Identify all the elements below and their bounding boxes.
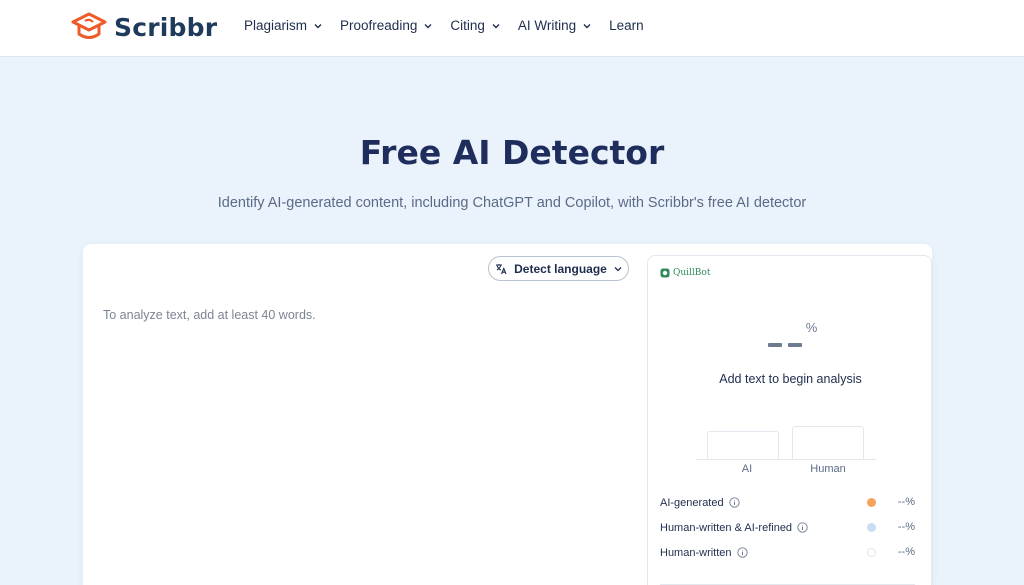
- scribbr-logo[interactable]: Scribbr: [70, 10, 217, 44]
- legend-label: Human-written & AI-refined: [660, 521, 793, 534]
- analysis-message: Add text to begin analysis: [719, 372, 862, 386]
- main-nav: Plagiarism Proofreading Citing AI Writin…: [244, 18, 644, 33]
- ai-score: %: [648, 320, 933, 352]
- legend-label: AI-generated: [660, 496, 724, 509]
- human-ai-refined-dot: [867, 523, 876, 532]
- info-icon[interactable]: [728, 497, 740, 508]
- nav-citing[interactable]: Citing: [450, 18, 500, 33]
- legend-value: --%: [897, 496, 915, 508]
- detect-language-label: Detect language: [514, 261, 607, 276]
- percent-sign: %: [805, 320, 818, 335]
- chevron-down-icon: [583, 23, 591, 28]
- nav-proofreading[interactable]: Proofreading: [340, 18, 432, 33]
- nav-label: Plagiarism: [244, 18, 308, 33]
- results-panel: QuillBot % Add text to begin analysis AI…: [647, 255, 932, 585]
- legend-value: --%: [897, 546, 915, 558]
- ai-generated-dot: [867, 498, 876, 507]
- score-dash: [767, 343, 782, 347]
- ai-detector-card: Detect language To analyze text, add at …: [83, 244, 932, 585]
- quillbot-label: QuillBot: [673, 268, 711, 278]
- page-title: Free AI Detector: [359, 133, 665, 172]
- nav-label: Citing: [450, 18, 485, 33]
- info-icon[interactable]: [797, 522, 808, 533]
- ai-human-bar-chart: [696, 416, 876, 460]
- page-subtitle: Identify AI-generated content, including…: [217, 195, 807, 211]
- nav-label: AI Writing: [517, 18, 577, 33]
- nav-label: Learn: [609, 18, 644, 33]
- chevron-down-icon: [492, 23, 500, 28]
- quillbot-brand: QuillBot: [660, 268, 710, 278]
- legend-human-written: Human-written --%: [660, 540, 915, 565]
- top-header: Scribbr Plagiarism Proofreading Citing A…: [0, 0, 1024, 57]
- human-bar: [792, 426, 864, 459]
- info-icon[interactable]: [736, 547, 748, 558]
- legend-ai-generated: AI-generated --%: [660, 490, 915, 515]
- translate-icon: [496, 263, 507, 274]
- legend-value: --%: [897, 521, 915, 533]
- human-bar-label: Human: [810, 463, 846, 475]
- ai-bar-label: AI: [741, 463, 753, 475]
- quillbot-logo-icon: [660, 268, 670, 278]
- text-input-placeholder: To analyze text, add at least 40 words.: [103, 308, 316, 322]
- legend-label: Human-written: [660, 546, 732, 559]
- results-legend: AI-generated --% Human-written & AI-refi…: [660, 490, 915, 565]
- graduation-cap-icon: [71, 12, 107, 39]
- nav-label: Proofreading: [340, 18, 418, 33]
- logo-text: Scribbr: [114, 12, 218, 42]
- chevron-down-icon: [424, 23, 432, 28]
- score-placeholder: [767, 343, 802, 347]
- text-input-area[interactable]: To analyze text, add at least 40 words.: [103, 308, 623, 578]
- nav-ai-writing[interactable]: AI Writing: [518, 18, 591, 33]
- detect-language-button[interactable]: Detect language: [488, 256, 629, 281]
- nav-plagiarism[interactable]: Plagiarism: [244, 18, 322, 33]
- chevron-down-icon: [314, 23, 322, 28]
- legend-human-ai-refined: Human-written & AI-refined --%: [660, 515, 915, 540]
- human-written-dot: [867, 548, 876, 557]
- ai-bar: [707, 431, 779, 459]
- nav-learn[interactable]: Learn: [609, 18, 644, 33]
- chevron-down-icon: [614, 266, 622, 271]
- score-dash: [787, 343, 802, 347]
